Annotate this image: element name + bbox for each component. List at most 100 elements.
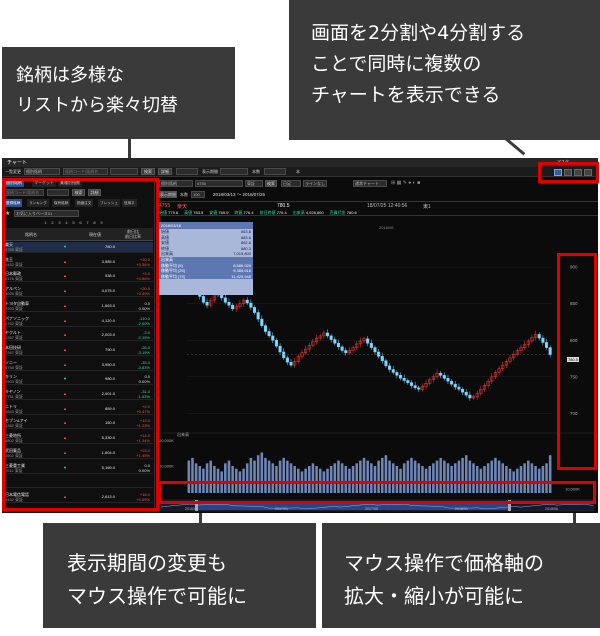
callout-line: チャートを表示できる xyxy=(311,84,501,106)
candle-select[interactable] xyxy=(176,168,198,175)
callout-line: 画面を2分割や4分割する xyxy=(311,22,526,44)
candle-body xyxy=(285,357,289,363)
volume-tick-label: 20,000K xyxy=(159,438,174,443)
candle-body xyxy=(409,382,414,386)
candle-body xyxy=(333,339,337,344)
info-value: 11,425,948 xyxy=(231,273,251,279)
candle-body xyxy=(282,351,286,359)
callout-line: マウス操作で価格軸の xyxy=(344,551,544,575)
candle-body xyxy=(325,332,330,337)
candle-body xyxy=(231,304,235,310)
ohlc-info-box: 2018/03/16 始値 863.6 高値 883.6 安値 862.8 終値 880.3 出… xyxy=(159,222,253,295)
callout-line: マウス操作で可能に xyxy=(67,584,247,608)
view-change-label[interactable]: 一覧変更 xyxy=(5,169,21,175)
candle-body xyxy=(336,342,341,348)
stock-type-select[interactable]: 個別銘柄 xyxy=(24,168,60,175)
candle-body xyxy=(417,387,421,390)
candle-body xyxy=(329,335,333,340)
candle-body xyxy=(267,331,271,337)
volume-label: 出来高 xyxy=(177,432,189,437)
candle-body xyxy=(442,375,446,379)
candle-body xyxy=(260,318,264,326)
info-box-date: 2018/03/16 xyxy=(159,222,253,229)
candle-body xyxy=(464,391,468,396)
highlight-price-axis xyxy=(557,253,597,470)
candle-body xyxy=(541,337,545,343)
candle-body xyxy=(537,334,541,339)
callout-line: 拡大・縮小が可能に xyxy=(344,584,524,608)
info-label: 移動平均 [25] xyxy=(161,268,185,274)
callout-stock-list: 銘柄は多様な リストから楽々切替 xyxy=(2,47,235,139)
info-label: 出来高 xyxy=(161,256,173,262)
candle-body xyxy=(461,388,465,393)
callout-line: 銘柄は多様な xyxy=(16,65,124,86)
callout-price-axis: マウス操作で価格軸の 拡大・縮小が可能に xyxy=(322,523,600,628)
candle-body xyxy=(369,342,373,348)
candle-body xyxy=(227,302,231,306)
candle-body xyxy=(249,302,253,308)
period-label: 表示期間 xyxy=(202,169,218,174)
candle-body xyxy=(289,361,293,366)
candle-body xyxy=(278,345,282,353)
candle-body xyxy=(468,394,472,399)
candle-body xyxy=(439,372,443,376)
navigator-label: 2018/06 xyxy=(545,507,558,511)
candle-body xyxy=(391,369,395,373)
count-unit: 本 xyxy=(296,169,300,174)
candle-body xyxy=(263,325,268,332)
info-label: 移動平均 [75] xyxy=(161,273,185,279)
detail-button[interactable]: 詳細 xyxy=(158,168,172,175)
highlight-list-panel xyxy=(2,178,159,511)
callout-line: ことで同時に複数の xyxy=(311,53,482,75)
candle-body xyxy=(544,342,549,348)
count-input[interactable] xyxy=(264,168,286,175)
info-label: 出来高 xyxy=(161,251,173,257)
candle-body xyxy=(453,383,457,388)
candle-body xyxy=(384,360,388,367)
candle-body xyxy=(344,350,348,353)
candle-body xyxy=(340,346,344,351)
period-select[interactable] xyxy=(220,168,248,175)
candle-body xyxy=(271,335,275,341)
info-row: 移動平均 [75] 11,425,948 xyxy=(159,273,253,280)
info-label: 始値 xyxy=(161,229,169,234)
code-input[interactable]: 銘柄コード/銘柄名 xyxy=(63,168,108,175)
candle-body xyxy=(205,302,209,306)
callout-split-screen: 画面を2分割や4分割する ことで同時に複数の チャートを表示できる xyxy=(289,0,600,140)
connector-split-screen xyxy=(505,137,526,156)
callout-line: 表示期間の変更も xyxy=(67,551,227,575)
month-label: 2018/06 xyxy=(379,225,394,230)
navigator-label: 2017/01 xyxy=(275,507,288,511)
search-button[interactable]: 検索 xyxy=(141,168,155,175)
candle-body xyxy=(380,356,384,361)
highlight-period-navigator xyxy=(158,481,596,504)
candle-body xyxy=(377,351,381,357)
candle-body xyxy=(223,297,227,303)
main-toolbar: 一覧変更 個別銘柄 銘柄コード/銘柄名 検索 詳細 表示期間 本数 本 xyxy=(2,167,598,177)
navigator-label: 2018/01 xyxy=(455,507,468,511)
info-label: 高値 xyxy=(161,234,169,240)
candle-body xyxy=(398,375,403,379)
candle-body xyxy=(395,372,399,376)
candle-body xyxy=(450,380,454,385)
candle-body xyxy=(201,296,205,303)
candle-body xyxy=(366,338,370,344)
candle-body xyxy=(245,299,249,304)
info-label: 移動平均 [5] xyxy=(161,262,183,268)
count-label: 本数 xyxy=(252,169,260,174)
title-bar: チャート マスタ xyxy=(2,158,598,167)
info-label: 安値 xyxy=(161,240,169,246)
candle-body xyxy=(388,365,392,370)
candle-body xyxy=(402,378,406,381)
highlight-layout-buttons xyxy=(538,162,599,183)
candle-body xyxy=(252,307,257,313)
candle-body xyxy=(413,385,417,389)
candle-body xyxy=(220,294,224,299)
market-select[interactable] xyxy=(110,168,138,175)
volume-tick-label: 10,000K xyxy=(159,464,174,469)
callout-display-period: 表示期間の変更も マウス操作で可能に xyxy=(43,523,316,628)
info-box-rows: 始値 863.6 高値 883.6 安値 862.8 終値 880.3 出来高 7,015,800… xyxy=(159,229,253,280)
navigator-label: 2017/06 xyxy=(365,507,378,511)
candle-body xyxy=(548,347,552,355)
candle-body xyxy=(256,312,260,320)
